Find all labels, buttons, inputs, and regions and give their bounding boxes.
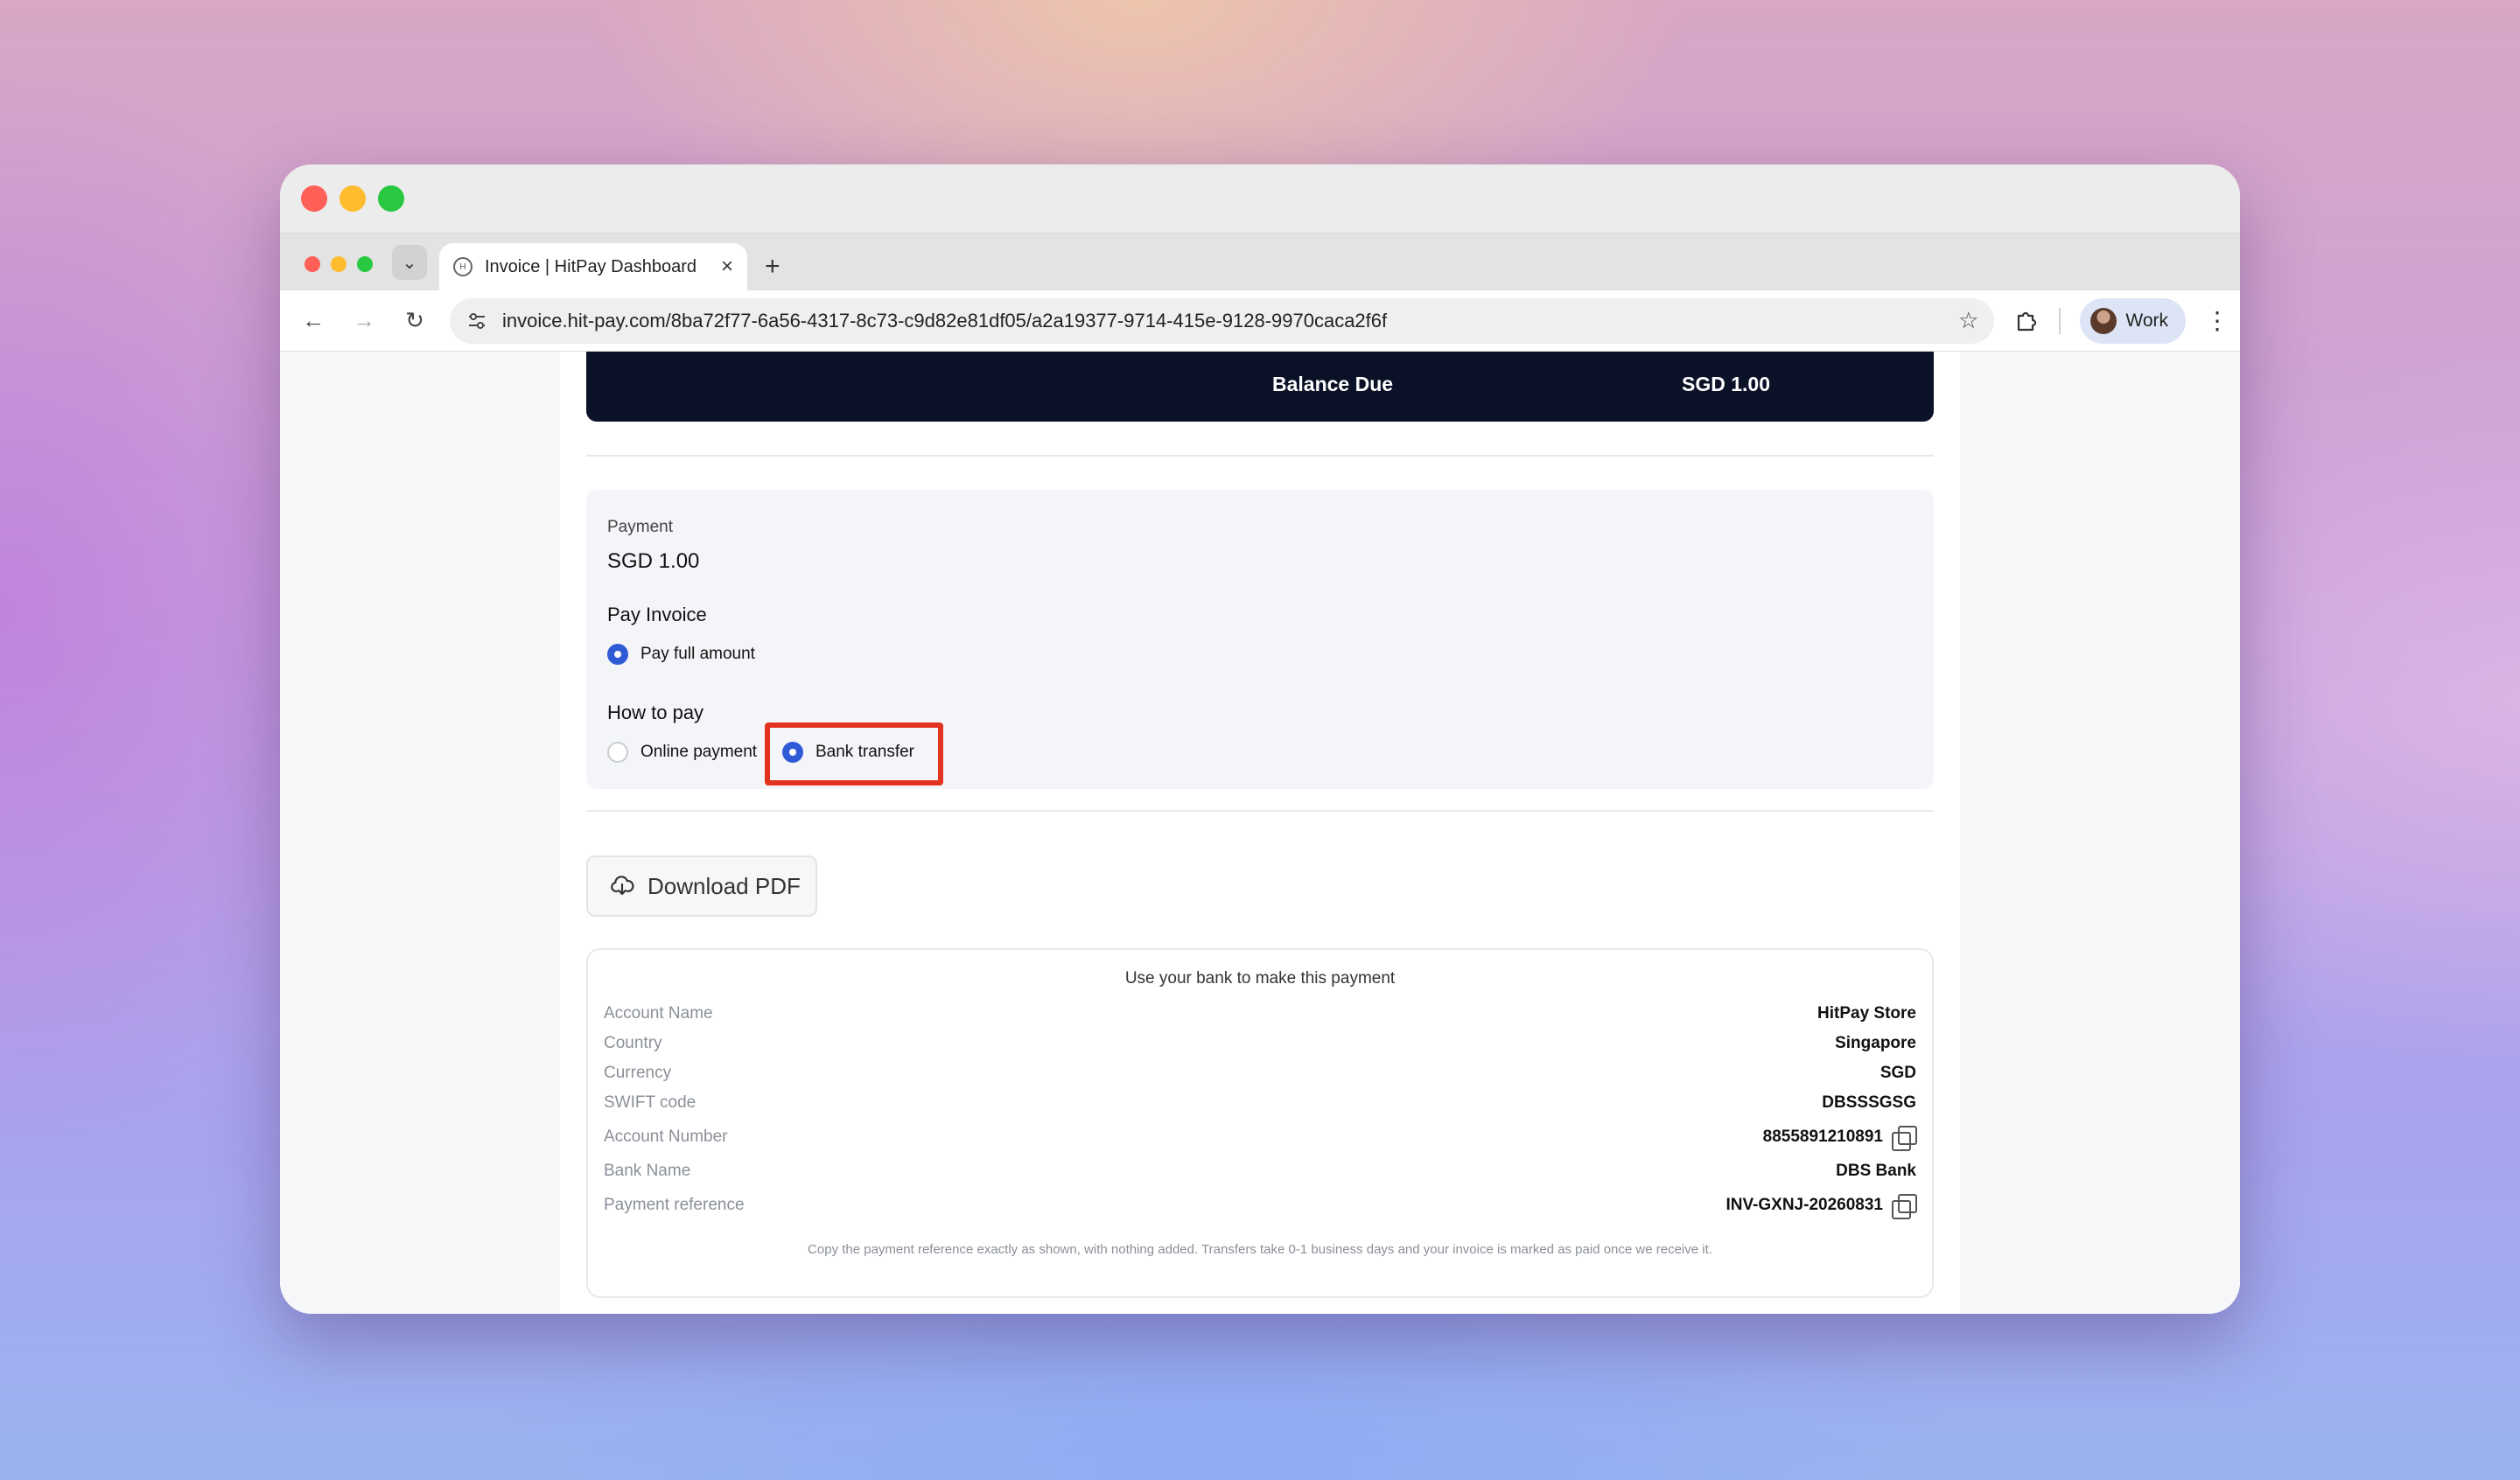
profile-button[interactable]: Work xyxy=(2080,297,2186,344)
inner-maximize-button[interactable] xyxy=(357,256,373,272)
balance-due-label: Balance Due xyxy=(1272,373,1394,395)
toolbar-divider xyxy=(2059,307,2062,334)
bank-row-payment-reference: Payment reference INV-GXNJ-20260831 xyxy=(604,1193,1917,1219)
pay-invoice-heading: Pay Invoice xyxy=(607,604,707,625)
new-tab-button[interactable]: + xyxy=(765,252,780,282)
download-pdf-label: Download PDF xyxy=(648,872,801,899)
page-viewport: Balance Due SGD 1.00 Payment SGD 1.00 Pa… xyxy=(280,352,2240,1314)
payment-label: Payment xyxy=(607,518,673,536)
avatar xyxy=(2090,307,2118,334)
balance-due-bar: Balance Due SGD 1.00 xyxy=(586,352,1934,422)
tab-strip: ⌄ H Invoice | HitPay Dashboard × + xyxy=(280,233,2240,290)
bank-row-bank-name: Bank Name DBS Bank xyxy=(604,1162,1916,1181)
close-window-button[interactable] xyxy=(301,185,327,212)
online-payment-label: Online payment xyxy=(640,743,758,761)
chevron-down-icon: ⌄ xyxy=(402,253,417,273)
section-divider xyxy=(586,810,1934,812)
online-payment-radio[interactable] xyxy=(607,742,628,763)
tab-search-button[interactable]: ⌄ xyxy=(392,245,427,280)
pay-full-radio[interactable] xyxy=(607,644,628,665)
inner-minimize-button[interactable] xyxy=(331,256,346,272)
cloud-download-icon xyxy=(611,876,634,896)
bank-row-value-wrap: INV-GXNJ-20260831 xyxy=(1726,1193,1917,1219)
tab-invoice[interactable]: H Invoice | HitPay Dashboard × xyxy=(439,243,747,290)
minimize-window-button[interactable] xyxy=(340,185,366,212)
online-payment-option[interactable]: Online payment xyxy=(607,742,757,763)
url-text: invoice.hit-pay.com/8ba72f77-6a56-4317-8… xyxy=(502,309,1388,332)
reload-icon[interactable]: ↻ xyxy=(399,307,430,334)
back-arrow-icon[interactable]: ← xyxy=(298,307,329,334)
invoice-page: Balance Due SGD 1.00 Payment SGD 1.00 Pa… xyxy=(560,352,1960,1314)
site-settings-icon[interactable] xyxy=(466,310,488,332)
tab-title: Invoice | HitPay Dashboard xyxy=(485,256,696,276)
bank-row-swift: SWIFT code DBSSSGSG xyxy=(604,1093,1916,1113)
bank-row-country: Country Singapore xyxy=(604,1034,1916,1053)
extensions-puzzle-icon[interactable] xyxy=(2013,308,2040,334)
payment-card: Payment SGD 1.00 Pay Invoice Pay full am… xyxy=(586,490,1934,789)
section-divider xyxy=(586,455,1934,457)
favicon-icon: H xyxy=(453,257,472,276)
close-tab-icon[interactable]: × xyxy=(721,255,733,279)
inner-close-button[interactable] xyxy=(304,256,320,272)
bank-row-value: 8855891210891 xyxy=(1762,1127,1883,1146)
payment-amount: SGD 1.00 xyxy=(607,549,700,573)
download-pdf-button[interactable]: Download PDF xyxy=(586,855,817,917)
address-bar[interactable]: invoice.hit-pay.com/8ba72f77-6a56-4317-8… xyxy=(450,297,1995,344)
pay-full-amount-option[interactable]: Pay full amount xyxy=(607,644,755,665)
more-menu-icon[interactable]: ⋮ xyxy=(2205,306,2230,335)
bookmark-star-icon[interactable]: ☆ xyxy=(1958,307,1978,334)
pay-full-label: Pay full amount xyxy=(640,645,755,663)
bank-transfer-highlight xyxy=(765,723,943,785)
bank-row-value-wrap: 8855891210891 xyxy=(1762,1125,1917,1151)
bank-row-value: Singapore xyxy=(1835,1034,1916,1052)
bank-row-key: Currency xyxy=(604,1064,672,1082)
bank-row-key: Payment reference xyxy=(604,1196,745,1214)
bank-row-key: Bank Name xyxy=(604,1162,691,1180)
maximize-window-button[interactable] xyxy=(378,185,404,212)
bank-row-value: HitPay Store xyxy=(1817,1004,1916,1023)
window-titlebar xyxy=(280,164,2240,233)
copy-icon[interactable] xyxy=(1890,1193,1917,1219)
inner-window-controls xyxy=(304,238,373,290)
bank-row-value: DBS Bank xyxy=(1836,1162,1916,1180)
copy-icon[interactable] xyxy=(1890,1125,1917,1151)
balance-due-value: SGD 1.00 xyxy=(1682,373,1770,395)
bank-row-currency: Currency SGD xyxy=(604,1064,1916,1083)
profile-label: Work xyxy=(2125,310,2168,331)
bank-row-value: SGD xyxy=(1880,1064,1916,1082)
bank-details-card: Use your bank to make this payment Accou… xyxy=(586,948,1934,1298)
how-to-pay-heading: How to pay xyxy=(607,702,704,723)
bank-row-value: INV-GXNJ-20260831 xyxy=(1726,1196,1883,1214)
forward-arrow-icon[interactable]: → xyxy=(348,307,380,334)
bank-transfer-note: Copy the payment reference exactly as sh… xyxy=(808,1242,1712,1257)
bank-row-key: SWIFT code xyxy=(604,1093,696,1112)
bank-row-key: Account Number xyxy=(604,1127,728,1146)
bank-row-key: Country xyxy=(604,1034,662,1052)
bank-details-title: Use your bank to make this payment xyxy=(1124,969,1396,988)
browser-window: ⌄ H Invoice | HitPay Dashboard × + ← → ↻… xyxy=(280,164,2240,1314)
bank-row-account-number: Account Number 8855891210891 xyxy=(604,1125,1917,1151)
browser-toolbar: ← → ↻ invoice.hit-pay.com/8ba72f77-6a56-… xyxy=(280,290,2240,352)
bank-row-account-name: Account Name HitPay Store xyxy=(604,1004,1916,1023)
bank-row-value: DBSSSGSG xyxy=(1822,1093,1916,1112)
bank-row-key: Account Name xyxy=(604,1004,713,1023)
